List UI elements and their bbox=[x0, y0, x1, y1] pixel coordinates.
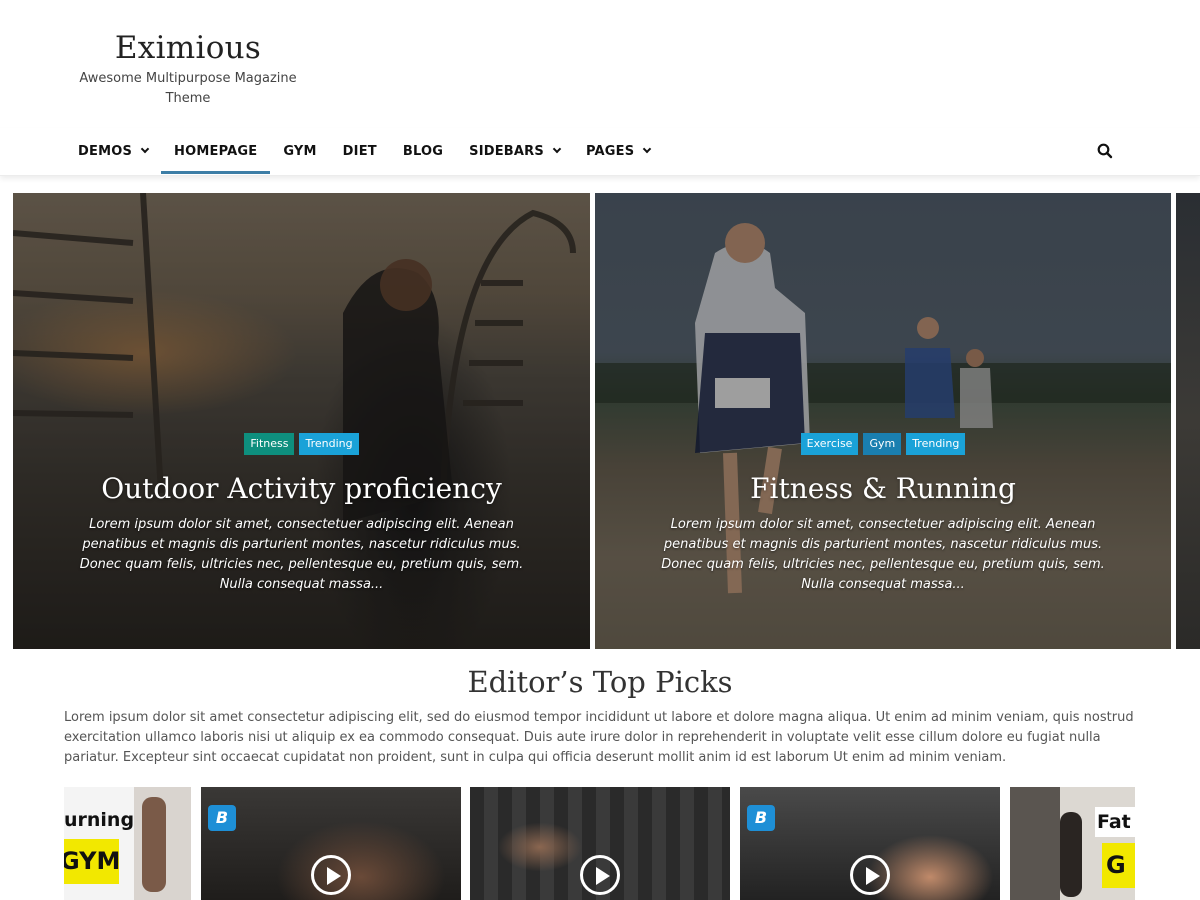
slide-title[interactable]: Outdoor Activity proficiency bbox=[13, 471, 590, 507]
chevron-down-icon bbox=[140, 144, 150, 154]
category-tag-gym[interactable]: Gym bbox=[863, 433, 902, 455]
main-navigation: DEMOS HOMEPAGE GYM DIET BLOG SIDEBARS PA… bbox=[0, 128, 1200, 176]
video-card[interactable]: B bbox=[740, 787, 1000, 900]
brand-logo: B bbox=[747, 805, 775, 831]
nav-item-label: DIET bbox=[342, 143, 377, 159]
thumbnail-text: Fat B bbox=[1095, 807, 1135, 837]
nav-item-demos[interactable]: DEMOS bbox=[65, 128, 161, 174]
thumbnail-text: G bbox=[1102, 843, 1135, 888]
site-title[interactable]: Eximious bbox=[60, 30, 316, 67]
chevron-down-icon bbox=[643, 144, 652, 154]
section-description: Lorem ipsum dolor sit amet consectetur a… bbox=[64, 710, 1134, 765]
video-card[interactable]: urning GYM bbox=[64, 787, 191, 900]
nav-item-label: BLOG bbox=[402, 143, 444, 159]
section-title: Editor’s Top Picks bbox=[467, 665, 733, 699]
site-branding: Eximious Awesome Multipurpose Magazine T… bbox=[60, 30, 316, 109]
next-slide-preview[interactable] bbox=[1176, 193, 1200, 649]
category-tag-trending[interactable]: Trending bbox=[299, 433, 359, 455]
featured-slide-running[interactable]: Exercise Gym Trending Fitness & Running … bbox=[595, 193, 1171, 649]
featured-slide-outdoor[interactable]: Fitness Trending Outdoor Activity profic… bbox=[13, 193, 590, 649]
nav-item-label: PAGES bbox=[585, 143, 635, 159]
slide-excerpt: Lorem ipsum dolor sit amet, consectetuer… bbox=[79, 517, 524, 592]
thumbnail-text: urning bbox=[64, 809, 135, 831]
nav-item-label: SIDEBARS bbox=[469, 143, 544, 159]
slide-title[interactable]: Fitness & Running bbox=[595, 471, 1171, 507]
athlete-figure bbox=[1060, 812, 1082, 897]
video-card[interactable]: Fat B G bbox=[1010, 787, 1135, 900]
play-icon[interactable] bbox=[580, 855, 620, 895]
nav-item-gym[interactable]: GYM bbox=[270, 128, 329, 174]
nav-item-label: HOMEPAGE bbox=[174, 143, 258, 159]
category-tag-exercise[interactable]: Exercise bbox=[800, 433, 859, 455]
nav-item-pages[interactable]: PAGES bbox=[573, 128, 663, 174]
nav-item-diet[interactable]: DIET bbox=[330, 128, 390, 174]
search-icon[interactable] bbox=[1096, 142, 1114, 160]
chevron-down-icon bbox=[552, 144, 562, 154]
nav-item-homepage[interactable]: HOMEPAGE bbox=[161, 128, 271, 174]
video-card[interactable] bbox=[470, 787, 730, 900]
play-icon[interactable] bbox=[850, 855, 890, 895]
brand-logo: B bbox=[208, 805, 236, 831]
category-tag-trending[interactable]: Trending bbox=[906, 433, 966, 455]
slide-content: Exercise Gym Trending Fitness & Running … bbox=[595, 433, 1171, 595]
nav-menu: DEMOS HOMEPAGE GYM DIET BLOG SIDEBARS PA… bbox=[65, 128, 663, 174]
nav-item-label: GYM bbox=[283, 143, 317, 159]
athlete-figure bbox=[142, 797, 166, 892]
site-description: Awesome Multipurpose Magazine Theme bbox=[79, 71, 297, 107]
category-tag-fitness[interactable]: Fitness bbox=[244, 433, 295, 455]
play-icon[interactable] bbox=[311, 855, 351, 895]
category-tags: Fitness Trending bbox=[13, 433, 590, 455]
slide-content: Fitness Trending Outdoor Activity profic… bbox=[13, 433, 590, 595]
video-card[interactable]: B bbox=[201, 787, 461, 900]
nav-item-blog[interactable]: BLOG bbox=[390, 128, 456, 174]
nav-item-sidebars[interactable]: SIDEBARS bbox=[456, 128, 573, 174]
category-tags: Exercise Gym Trending bbox=[595, 433, 1171, 455]
nav-item-label: DEMOS bbox=[78, 143, 133, 159]
thumbnail-text: GYM bbox=[64, 839, 119, 884]
slide-excerpt: Lorem ipsum dolor sit amet, consectetuer… bbox=[661, 517, 1105, 592]
